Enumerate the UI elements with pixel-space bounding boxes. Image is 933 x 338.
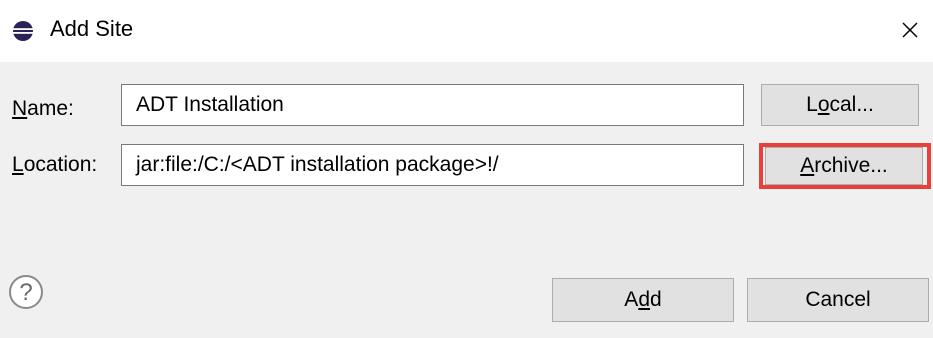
location-label: Location: (12, 153, 98, 176)
add-button-label: Add (624, 288, 662, 311)
local-button-label: Local... (806, 93, 874, 116)
local-button[interactable]: Local... (761, 84, 919, 126)
archive-highlight-box (759, 143, 931, 189)
location-field[interactable]: jar:file:/C:/<ADT installation package>!… (121, 144, 744, 186)
help-icon[interactable]: ? (8, 274, 44, 310)
close-button[interactable] (887, 10, 933, 50)
add-button[interactable]: Add (552, 278, 734, 322)
dialog-body: Name: ADT Installation Local... Location… (0, 62, 933, 338)
location-field-value: jar:file:/C:/<ADT installation package>!… (136, 153, 499, 176)
title-bar: Add Site (0, 0, 933, 60)
svg-text:?: ? (19, 279, 32, 306)
name-field-value: ADT Installation (136, 93, 284, 116)
eclipse-icon (13, 21, 33, 41)
name-label: Name: (12, 97, 74, 120)
add-site-dialog: Add Site Name: ADT Installation Local...… (0, 0, 933, 338)
cancel-button-label: Cancel (805, 288, 871, 311)
cancel-button[interactable]: Cancel (747, 278, 929, 322)
close-icon (902, 22, 918, 38)
name-field[interactable]: ADT Installation (121, 84, 744, 126)
window-title: Add Site (50, 16, 134, 41)
